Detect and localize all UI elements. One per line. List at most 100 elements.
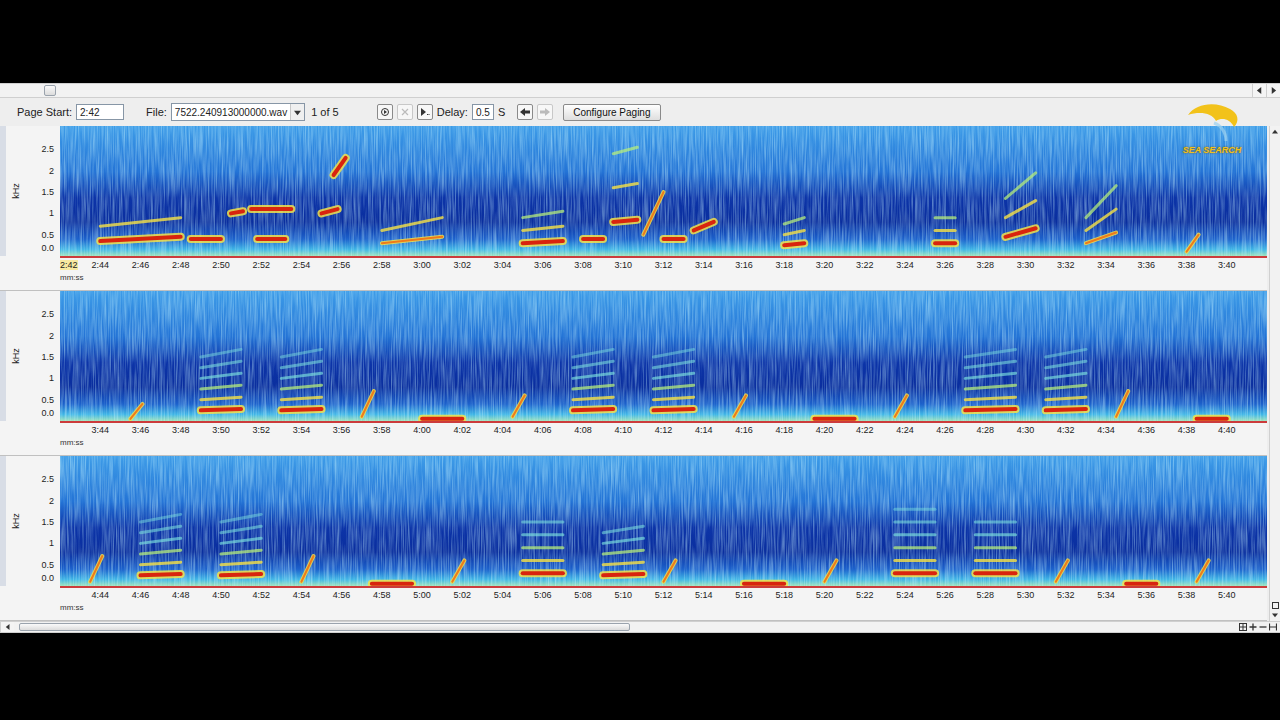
frequency-tick: 2.5	[41, 309, 54, 319]
whale-call	[895, 395, 907, 416]
frequency-tick: 2.5	[41, 474, 54, 484]
whale-call	[281, 349, 321, 410]
first-page-button[interactable]	[377, 104, 393, 120]
scroll-left-button[interactable]	[1252, 84, 1266, 97]
scroll-down-button[interactable]	[1271, 611, 1279, 619]
whale-call	[231, 211, 243, 213]
whale-call	[1187, 235, 1199, 252]
zoom-tools	[1236, 622, 1280, 632]
frequency-tick: 0.5	[41, 230, 54, 240]
whale-call	[583, 238, 603, 239]
time-tick: 5:34	[1097, 590, 1115, 600]
whale-call	[422, 418, 462, 419]
time-tick: 2:50	[212, 260, 230, 270]
whale-call	[1197, 560, 1209, 581]
time-tick: 3:02	[454, 260, 472, 270]
time-tick: 3:52	[252, 425, 270, 435]
zoom-out-button[interactable]	[1259, 623, 1267, 631]
zoom-full-button[interactable]	[1269, 623, 1277, 631]
spectrogram-panel: kHz2.521.510.50.03:443:463:483:503:523:5…	[0, 291, 1267, 456]
stop-button[interactable]	[397, 104, 413, 120]
next-page-button[interactable]	[537, 104, 553, 120]
time-tick: 5:20	[816, 590, 834, 600]
letterbox-top	[0, 0, 1280, 83]
toolbar: Page Start:2:42File:7522.240913000000.wa…	[0, 98, 1280, 126]
time-scroll-thumb[interactable]	[19, 623, 630, 631]
time-tick: 4:34	[1097, 425, 1115, 435]
page-start-field[interactable]: 2:42	[76, 104, 124, 120]
vertical-scrollbar[interactable]	[1269, 126, 1280, 621]
whale-call	[643, 192, 663, 235]
viewer-body: kHz2.521.510.50.02:422:442:462:482:502:5…	[0, 126, 1280, 621]
page-scroll-track[interactable]	[0, 84, 1252, 97]
time-tick: 3:26	[936, 260, 954, 270]
time-tick: 4:52	[252, 590, 270, 600]
frequency-tick: 2	[49, 331, 54, 341]
auto-page-button[interactable]	[417, 104, 433, 120]
whale-call	[513, 395, 525, 416]
whale-call	[895, 509, 935, 573]
frequency-tick: 1.5	[41, 352, 54, 362]
fit-button[interactable]	[1271, 601, 1279, 609]
plot-area	[60, 291, 1267, 421]
time-tick: 5:30	[1017, 590, 1035, 600]
time-tick: 4:06	[534, 425, 552, 435]
frequency-axis-label: kHz	[11, 513, 21, 529]
grid-icon	[1239, 623, 1247, 631]
frequency-tick: 1	[49, 208, 54, 218]
time-axis-label: mm:ss	[60, 272, 1267, 290]
time-tick: 3:50	[212, 425, 230, 435]
time-tick: 5:32	[1057, 590, 1075, 600]
whale-call	[523, 522, 563, 573]
zoom-in-button[interactable]	[1249, 623, 1257, 631]
delay-unit: S	[498, 106, 505, 118]
spectrogram-plot[interactable]	[60, 126, 1267, 256]
whale-call	[257, 238, 285, 239]
configure-paging-button[interactable]: Configure Paging	[563, 104, 660, 121]
frequency-tick: 2	[49, 496, 54, 506]
time-tick: 4:10	[615, 425, 633, 435]
spectrogram-plot[interactable]	[60, 456, 1267, 586]
scroll-right-button[interactable]	[1266, 84, 1280, 97]
previous-page-button[interactable]	[517, 104, 533, 120]
plot-area	[60, 126, 1267, 256]
time-axis: 2:422:442:462:482:502:522:542:562:583:00…	[60, 256, 1267, 272]
time-tick: 4:58	[373, 590, 391, 600]
whale-call	[452, 560, 464, 581]
whale-call	[573, 349, 613, 410]
logo: SEA SEARCH	[1174, 101, 1250, 155]
time-tick: 3:48	[172, 425, 190, 435]
time-scrollbar[interactable]	[0, 621, 1280, 633]
dropdown-icon	[294, 109, 301, 116]
spectrogram-noise	[60, 291, 1267, 421]
time-scroll-track[interactable]	[14, 622, 1236, 632]
whale-call	[334, 158, 346, 175]
whale-call	[1197, 418, 1227, 419]
time-axis-label: mm:ss	[60, 602, 1267, 620]
delay-field[interactable]: 0.5	[472, 104, 494, 120]
spectrogram-background	[60, 126, 1267, 256]
scroll-up-button[interactable]	[1271, 128, 1279, 136]
time-tick: 4:24	[896, 425, 914, 435]
spectrogram-background	[60, 456, 1267, 586]
time-tick: 4:50	[212, 590, 230, 600]
whale-call	[613, 147, 637, 222]
whale-call	[191, 238, 221, 239]
delay-label: Delay:	[437, 106, 468, 118]
full-range-icon	[1269, 623, 1277, 631]
time-tick: 2:54	[293, 260, 311, 270]
zoom-fit-button[interactable]	[1239, 623, 1247, 631]
time-scroll-left-button[interactable]	[0, 622, 14, 632]
time-tick: 5:28	[977, 590, 995, 600]
time-tick: 5:38	[1178, 590, 1196, 600]
whale-call	[251, 209, 291, 210]
page-scroll-thumb[interactable]	[44, 85, 57, 96]
page-scrollbar[interactable]	[0, 83, 1280, 98]
file-select[interactable]: 7522.240913000000.wav	[171, 103, 305, 121]
arrow-down-icon	[1272, 612, 1278, 618]
whale-call	[664, 560, 676, 581]
time-tick: 5:08	[574, 590, 592, 600]
spectrogram-plot[interactable]	[60, 291, 1267, 421]
whale-call	[301, 556, 313, 582]
time-tick: 2:52	[252, 260, 270, 270]
